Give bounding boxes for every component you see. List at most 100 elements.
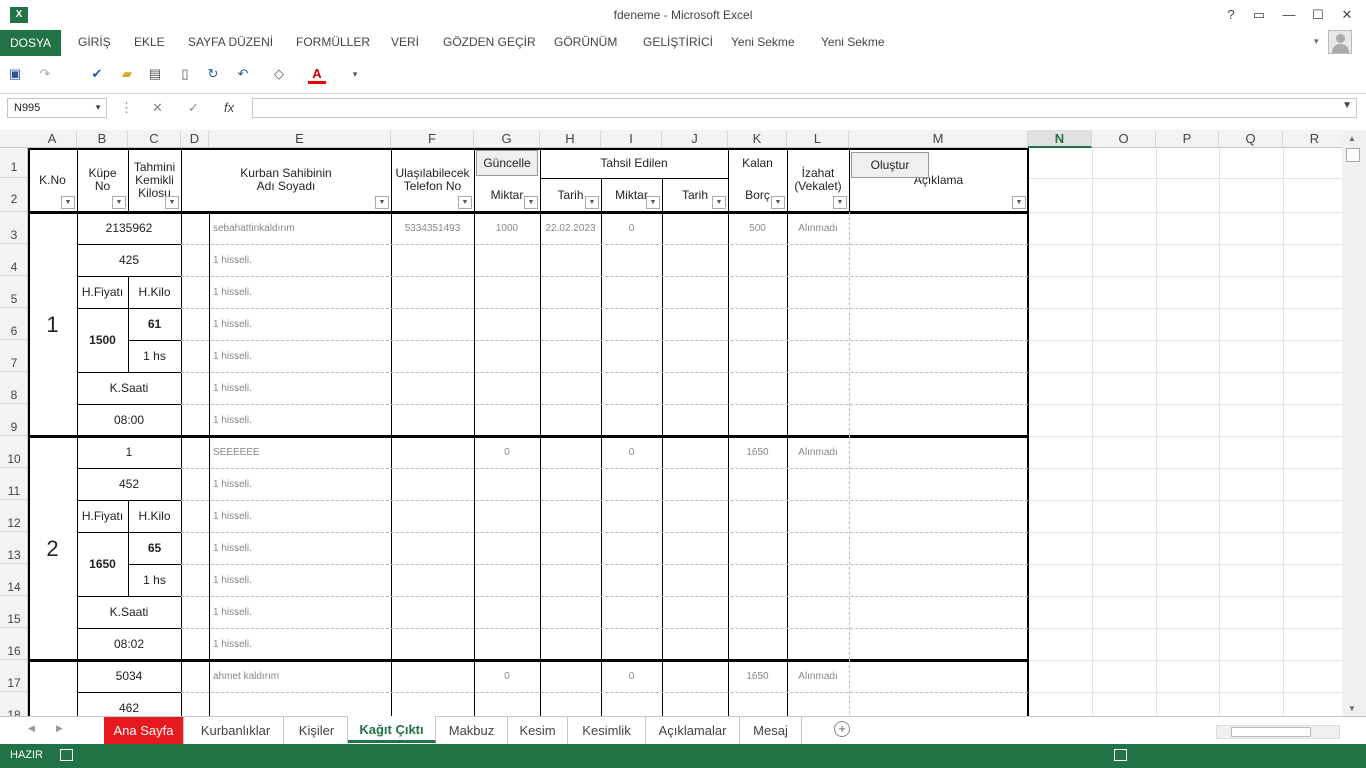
- column-header-J[interactable]: J: [662, 130, 728, 148]
- sheet-tab-aciklamalar[interactable]: Açıklamalar: [646, 717, 740, 744]
- row-header-5[interactable]: 5: [0, 276, 27, 308]
- minimize-icon[interactable]: —: [1276, 5, 1302, 25]
- row-header-15[interactable]: 15: [0, 596, 27, 628]
- tab-gelistirici[interactable]: GELİŞTİRİCİ: [643, 35, 713, 49]
- refresh-icon[interactable]: ↻: [204, 66, 222, 82]
- ribbon-display-icon[interactable]: ▭: [1246, 5, 1272, 25]
- name-box[interactable]: N995 ▼: [7, 98, 107, 118]
- insert-function-icon[interactable]: fx: [224, 100, 234, 115]
- tab-formuller[interactable]: FORMÜLLER: [296, 35, 370, 49]
- row-header-16[interactable]: 16: [0, 628, 27, 660]
- guncelle-button[interactable]: Güncelle: [476, 150, 538, 176]
- enter-icon[interactable]: ✓: [188, 100, 199, 116]
- column-header-K[interactable]: K: [728, 130, 787, 148]
- row-header-4[interactable]: 4: [0, 244, 27, 276]
- tab-giris[interactable]: GİRİŞ: [78, 35, 111, 49]
- row-header-18[interactable]: 18: [0, 692, 27, 716]
- row-header-12[interactable]: 12: [0, 500, 27, 532]
- worksheet-grid[interactable]: K.No Küpe No Tahmini Kemikli Kilosu Kurban …: [28, 148, 1342, 716]
- row-header-17[interactable]: 17: [0, 660, 27, 692]
- cancel-icon[interactable]: ✕: [152, 100, 163, 116]
- shapes-icon[interactable]: ◇: [270, 66, 288, 82]
- normal-view-icon[interactable]: [1114, 749, 1127, 761]
- sheet-tab-kagit-cikti[interactable]: Kağıt Çıktı: [348, 716, 436, 743]
- column-header-Q[interactable]: Q: [1219, 130, 1283, 148]
- tab-sayfa-duzeni[interactable]: SAYFA DÜZENİ: [188, 35, 273, 49]
- spellcheck-icon[interactable]: ✔: [88, 66, 106, 82]
- column-header-R[interactable]: R: [1283, 130, 1347, 148]
- avatar[interactable]: [1328, 30, 1352, 54]
- close-icon[interactable]: ✕: [1334, 5, 1360, 25]
- vertical-scrollbar[interactable]: ▲ ▼: [1342, 130, 1366, 716]
- maximize-icon[interactable]: ☐: [1305, 5, 1331, 25]
- row-header-13[interactable]: 13: [0, 532, 27, 564]
- new-document-icon[interactable]: ▯: [176, 66, 194, 82]
- scroll-down-icon[interactable]: ▼: [1348, 704, 1356, 713]
- undo-icon[interactable]: ↶: [234, 66, 252, 82]
- filter-dropdown-icon[interactable]: ▼: [112, 196, 126, 209]
- horizontal-scrollbar[interactable]: [1216, 725, 1340, 739]
- column-header-H[interactable]: H: [540, 130, 601, 148]
- row-header-6[interactable]: 6: [0, 308, 27, 340]
- chevron-down-icon[interactable]: ▼: [1342, 100, 1352, 111]
- olustur-button[interactable]: Oluştur: [851, 152, 929, 178]
- filter-dropdown-icon[interactable]: ▼: [61, 196, 75, 209]
- help-icon[interactable]: ?: [1218, 5, 1244, 25]
- customize-toolbar-icon[interactable]: ▾: [346, 66, 364, 82]
- filter-dropdown-icon[interactable]: ▼: [524, 196, 538, 209]
- filter-dropdown-icon[interactable]: ▼: [458, 196, 472, 209]
- tab-ekle[interactable]: EKLE: [134, 35, 165, 49]
- filter-dropdown-icon[interactable]: ▼: [771, 196, 785, 209]
- column-header-G[interactable]: G: [474, 130, 540, 148]
- add-sheet-icon[interactable]: +: [834, 721, 850, 737]
- tab-yeni-sekme-2[interactable]: Yeni Sekme: [821, 35, 885, 49]
- prev-sheet-icon[interactable]: ◀: [28, 723, 35, 734]
- sheet-tab-mesaj[interactable]: Mesaj: [740, 717, 802, 744]
- sheet-tab-kurbanliklar[interactable]: Kurbanlıklar: [188, 717, 284, 744]
- sheet-tab-kesimlik[interactable]: Kesimlik: [568, 717, 646, 744]
- row-header-7[interactable]: 7: [0, 340, 27, 372]
- column-header-M[interactable]: M: [849, 130, 1028, 148]
- filter-dropdown-icon[interactable]: ▼: [1012, 196, 1026, 209]
- horizontal-scroll-thumb[interactable]: [1231, 727, 1311, 737]
- filter-dropdown-icon[interactable]: ▼: [833, 196, 847, 209]
- tab-yeni-sekme-1[interactable]: Yeni Sekme: [731, 35, 795, 49]
- column-header-E[interactable]: E: [209, 130, 391, 148]
- row-header-10[interactable]: 10: [0, 436, 27, 468]
- tab-dosya[interactable]: DOSYA: [0, 30, 61, 56]
- filter-dropdown-icon[interactable]: ▼: [712, 196, 726, 209]
- row-header-11[interactable]: 11: [0, 468, 27, 500]
- chevron-down-icon[interactable]: ▾: [1314, 36, 1319, 47]
- save-icon[interactable]: ▣: [6, 66, 24, 82]
- row-header-9[interactable]: 9: [0, 404, 27, 436]
- sheet-tab-makbuz[interactable]: Makbuz: [436, 717, 508, 744]
- column-header-B[interactable]: B: [77, 130, 128, 148]
- row-header-1[interactable]: 1: [0, 148, 27, 178]
- column-header-O[interactable]: O: [1092, 130, 1156, 148]
- filter-dropdown-icon[interactable]: ▼: [165, 196, 179, 209]
- column-header-I[interactable]: I: [601, 130, 662, 148]
- macro-record-icon[interactable]: [60, 749, 73, 761]
- column-header-C[interactable]: C: [128, 130, 181, 148]
- tab-gorunum[interactable]: GÖRÜNÜM: [554, 35, 617, 49]
- column-header-F[interactable]: F: [391, 130, 474, 148]
- next-sheet-icon[interactable]: ▶: [56, 723, 63, 734]
- font-color-icon[interactable]: A: [308, 66, 326, 84]
- open-folder-icon[interactable]: ▰: [118, 66, 136, 82]
- row-header-14[interactable]: 14: [0, 564, 27, 596]
- tab-veri[interactable]: VERİ: [391, 35, 419, 49]
- sheet-tab-kesim[interactable]: Kesim: [508, 717, 568, 744]
- column-header-A[interactable]: A: [28, 130, 77, 148]
- filter-dropdown-icon[interactable]: ▼: [375, 196, 389, 209]
- column-header-L[interactable]: L: [787, 130, 849, 148]
- column-header-N[interactable]: N: [1028, 130, 1092, 148]
- filter-dropdown-icon[interactable]: ▼: [585, 196, 599, 209]
- scroll-thumb[interactable]: [1346, 148, 1360, 162]
- sheet-tab-kisiler[interactable]: Kişiler: [286, 717, 348, 744]
- row-header-2[interactable]: 2: [0, 178, 27, 212]
- column-header-D[interactable]: D: [181, 130, 209, 148]
- tab-gozden-gecir[interactable]: GÖZDEN GEÇİR: [443, 35, 536, 49]
- redo-icon[interactable]: ↷: [36, 66, 54, 82]
- sheet-tab-ana-sayfa[interactable]: Ana Sayfa: [104, 717, 184, 744]
- row-header-8[interactable]: 8: [0, 372, 27, 404]
